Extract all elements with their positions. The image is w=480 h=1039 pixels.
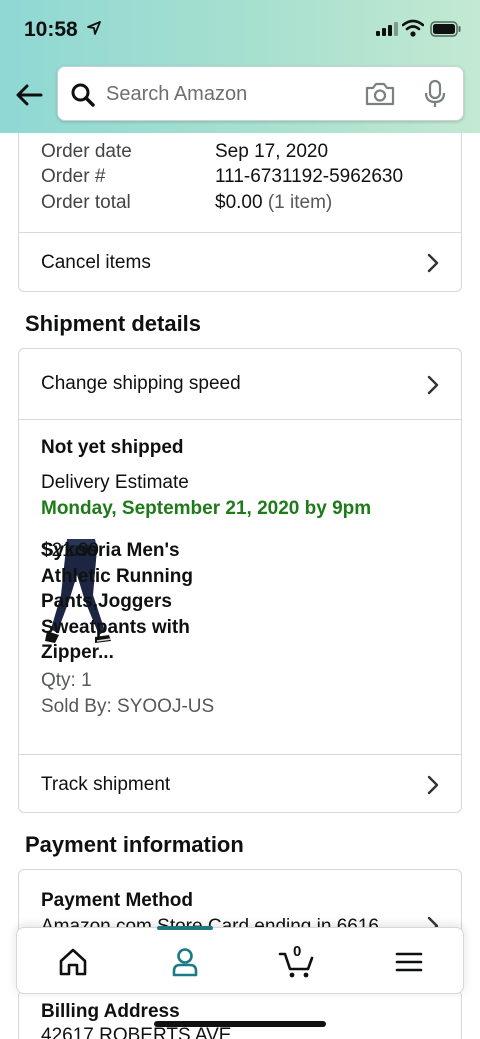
delivery-estimate-date: Monday, September 21, 2020 by 9pm — [41, 498, 372, 519]
order-number-value: 111-6731192-5962630 — [215, 166, 404, 187]
chevron-right-icon — [427, 375, 439, 395]
shipment-card: Change shipping speed Not yet shipped De… — [18, 348, 462, 813]
cellular-signal-icon — [376, 22, 398, 36]
delivery-estimate-label: Delivery Estimate — [41, 472, 189, 493]
search-bar[interactable] — [57, 66, 464, 121]
status-bar: 10:58 — [0, 0, 480, 60]
order-total-value: $0.00 (1 item) — [215, 192, 332, 214]
location-arrow-icon — [87, 21, 101, 35]
active-tab-indicator — [157, 926, 213, 930]
cancel-items-row[interactable]: Cancel items — [19, 232, 461, 291]
microphone-icon[interactable] — [424, 79, 446, 109]
account-icon[interactable] — [165, 942, 205, 982]
billing-address-line: 42617 ROBERTS AVE — [41, 1025, 232, 1039]
billing-address-card[interactable]: Billing Address 42617 ROBERTS AVE — [18, 990, 462, 1039]
order-date-label: Order date — [41, 141, 132, 162]
cart-count: 0 — [293, 943, 302, 960]
shipment-status-block: Not yet shipped Delivery Estimate Monday… — [19, 419, 461, 755]
billing-address-title: Billing Address — [41, 1001, 180, 1022]
home-icon[interactable] — [53, 942, 93, 982]
battery-icon — [430, 21, 461, 37]
home-indicator[interactable] — [154, 1021, 326, 1027]
order-date-value: Sep 17, 2020 — [215, 141, 329, 162]
bottom-nav: 0 — [16, 926, 464, 994]
cancel-items-label: Cancel items — [41, 252, 151, 273]
change-shipping-speed-label: Change shipping speed — [41, 373, 241, 394]
menu-icon[interactable] — [389, 942, 429, 982]
back-arrow-icon[interactable] — [14, 80, 44, 110]
wifi-icon — [402, 19, 424, 37]
shipment-section-title: Shipment details — [25, 311, 202, 336]
search-input[interactable] — [106, 79, 356, 109]
product-seller: Sold By: SYOOJ-US — [41, 696, 215, 717]
header-bar: 10:58 — [0, 0, 480, 133]
order-total-label: Order total — [41, 192, 131, 213]
chevron-right-icon — [427, 253, 439, 273]
camera-icon[interactable] — [364, 81, 396, 107]
track-shipment-row[interactable]: Track shipment — [19, 754, 461, 812]
search-icon — [71, 83, 95, 107]
order-total-items: (1 item) — [267, 192, 333, 213]
product-quantity: Qty: 1 — [41, 670, 92, 691]
order-total-amount: $0.00 — [215, 192, 263, 213]
track-shipment-label: Track shipment — [41, 774, 171, 795]
product-price: $21.99 — [41, 540, 100, 561]
chevron-right-icon — [427, 775, 439, 795]
status-time: 10:58 — [24, 18, 78, 41]
change-shipping-speed-row[interactable]: Change shipping speed — [19, 349, 461, 419]
shipment-status: Not yet shipped — [41, 437, 184, 458]
cart-tab[interactable]: 0 — [277, 942, 317, 982]
payment-method-title: Payment Method — [41, 890, 194, 911]
payment-section-title: Payment information — [25, 832, 244, 857]
order-number-label: Order # — [41, 166, 106, 187]
